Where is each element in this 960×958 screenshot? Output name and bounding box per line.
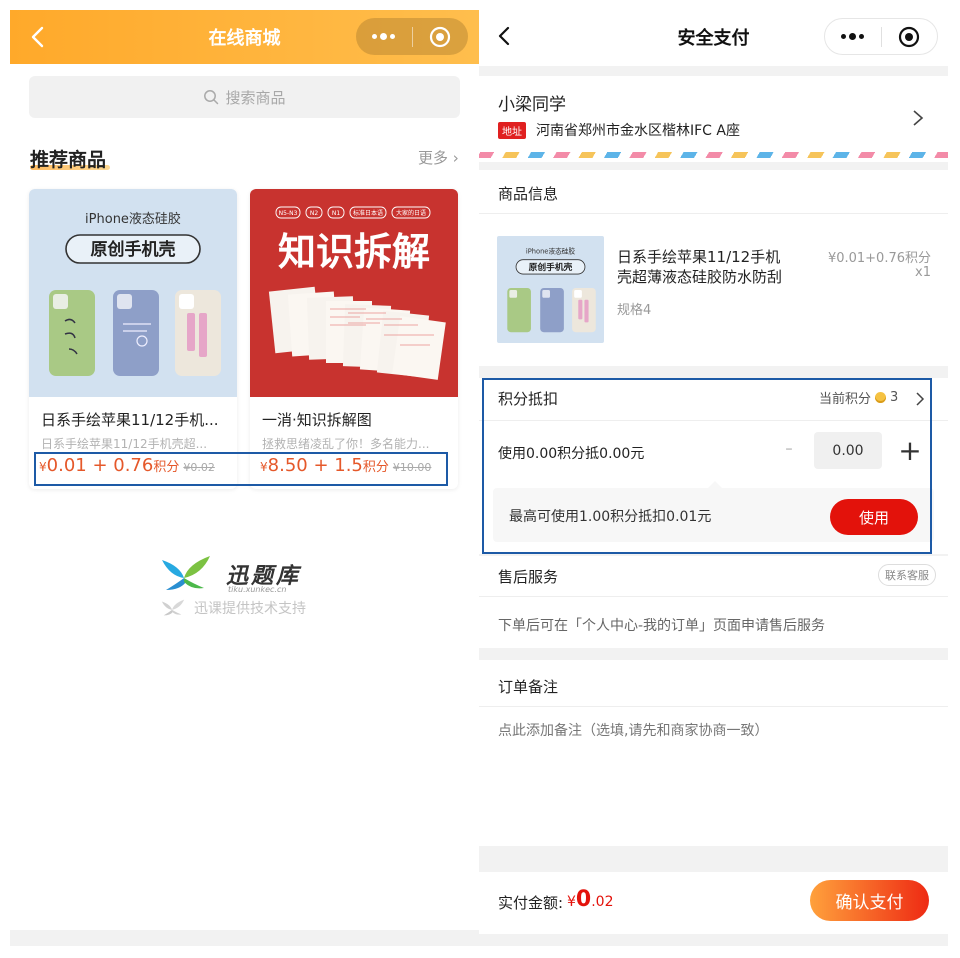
logo-url-text: tiku.xunkec.cn: [228, 585, 287, 594]
recipient-name: 小梁同学: [498, 95, 566, 115]
goods-spec: 规格4: [617, 303, 652, 318]
product-card[interactable]: N5-N3 N2 N1 标准日本语 大家的日语 知识拆解 一消·知识拆解图 拯救…: [250, 189, 458, 489]
xunke-small-icon: [161, 599, 185, 616]
image-tag: N1: [332, 210, 340, 217]
more-dots-icon[interactable]: [825, 18, 881, 55]
pay-amount-label: 实付金额:: [498, 894, 564, 912]
image-caption-small: iPhone液态硅胶: [85, 211, 181, 227]
miniprogram-capsule: [824, 18, 938, 55]
address-text: 河南省郑州市金水区楷林IFC A座: [536, 123, 740, 139]
divider: [479, 213, 948, 214]
order-remark-card: 订单备注: [479, 660, 948, 846]
image-tag: 大家的日语: [396, 209, 426, 217]
payment-bar: 实付金额: ¥0.02 确认支付: [479, 872, 948, 934]
goods-quantity: x1: [915, 265, 931, 280]
airmail-border: [479, 152, 948, 158]
left-bottom-strip: [10, 930, 479, 946]
more-dots-icon[interactable]: [356, 18, 412, 55]
goods-thumbnail[interactable]: iPhone液态硅胶 原创手机壳: [497, 236, 604, 343]
contact-service-button[interactable]: 联系客服: [878, 564, 936, 586]
product-name: 一消·知识拆解图: [262, 411, 372, 429]
goods-info-card: 商品信息 iPhone液态硅胶 原创手机壳 日系手绘苹果11/12手机壳超薄液态…: [479, 170, 948, 366]
divider: [479, 596, 948, 597]
currency-symbol: ¥: [567, 894, 576, 910]
product-subtitle: 拯救思绪凌乱了你！多名能力...: [262, 437, 430, 451]
image-caption-big: 原创手机壳: [91, 239, 176, 260]
price-highlight-box: [34, 452, 448, 486]
chevron-right-icon: [913, 110, 924, 126]
image-caption-big: 知识拆解: [278, 230, 430, 274]
product-image: iPhone液态硅胶 原创手机壳: [29, 189, 237, 397]
divider: [479, 706, 948, 707]
mall-header: 在线商城: [10, 10, 479, 64]
search-icon: [204, 90, 219, 105]
address-card[interactable]: 小梁同学 地址 河南省郑州市金水区楷林IFC A座: [479, 76, 948, 162]
close-target-icon[interactable]: [412, 18, 468, 55]
product-image: N5-N3 N2 N1 标准日本语 大家的日语 知识拆解: [250, 189, 458, 397]
product-subtitle: 日系手绘苹果11/12手机壳超...: [41, 437, 208, 451]
after-sale-card: 售后服务 联系客服 下单后可在「个人中心-我的订单」页面申请售后服务: [479, 556, 948, 648]
confirm-pay-button[interactable]: 确认支付: [810, 880, 929, 921]
amount-decimal: .02: [591, 894, 614, 910]
image-tag: N2: [310, 210, 318, 217]
image-caption-small: iPhone液态硅胶: [526, 246, 576, 255]
image-tag: 标准日本语: [353, 209, 383, 217]
close-target-icon[interactable]: [881, 18, 937, 55]
support-text: 迅课提供技术支持: [194, 601, 306, 617]
product-card[interactable]: iPhone液态硅胶 原创手机壳 日系手绘苹果11/12手机... 日系手绘苹果…: [29, 189, 237, 489]
product-name: 日系手绘苹果11/12手机...: [41, 411, 219, 429]
more-link[interactable]: 更多 ›: [418, 147, 459, 168]
search-placeholder: 搜索商品: [225, 88, 286, 107]
after-sale-text: 下单后可在「个人中心-我的订单」页面申请售后服务: [498, 618, 826, 634]
section-title: 订单备注: [498, 678, 559, 696]
search-input[interactable]: 搜索商品: [29, 76, 460, 118]
image-caption-big: 原创手机壳: [529, 261, 573, 273]
tech-support: 迅课提供技术支持: [160, 598, 306, 618]
section-title: 商品信息: [498, 185, 559, 203]
pay-amount: ¥0.02: [567, 887, 614, 912]
miniprogram-capsule: [356, 18, 468, 55]
points-highlight-box: [482, 378, 932, 554]
address-tag: 地址: [498, 122, 526, 139]
chevron-right-icon: ›: [452, 149, 459, 167]
xunke-logo-icon: [162, 556, 210, 590]
mall-page: 在线商城 搜索商品 推荐商品 更多 › iPhone液态硅胶 原创手机壳 日系手…: [10, 10, 479, 946]
goods-price: ¥0.01+0.76积分: [827, 251, 931, 266]
section-title: 推荐商品: [30, 149, 107, 171]
amount-integer: 0: [575, 887, 592, 912]
remark-input[interactable]: [498, 720, 928, 742]
section-title: 售后服务: [498, 568, 559, 586]
image-tag: N5-N3: [279, 210, 298, 217]
